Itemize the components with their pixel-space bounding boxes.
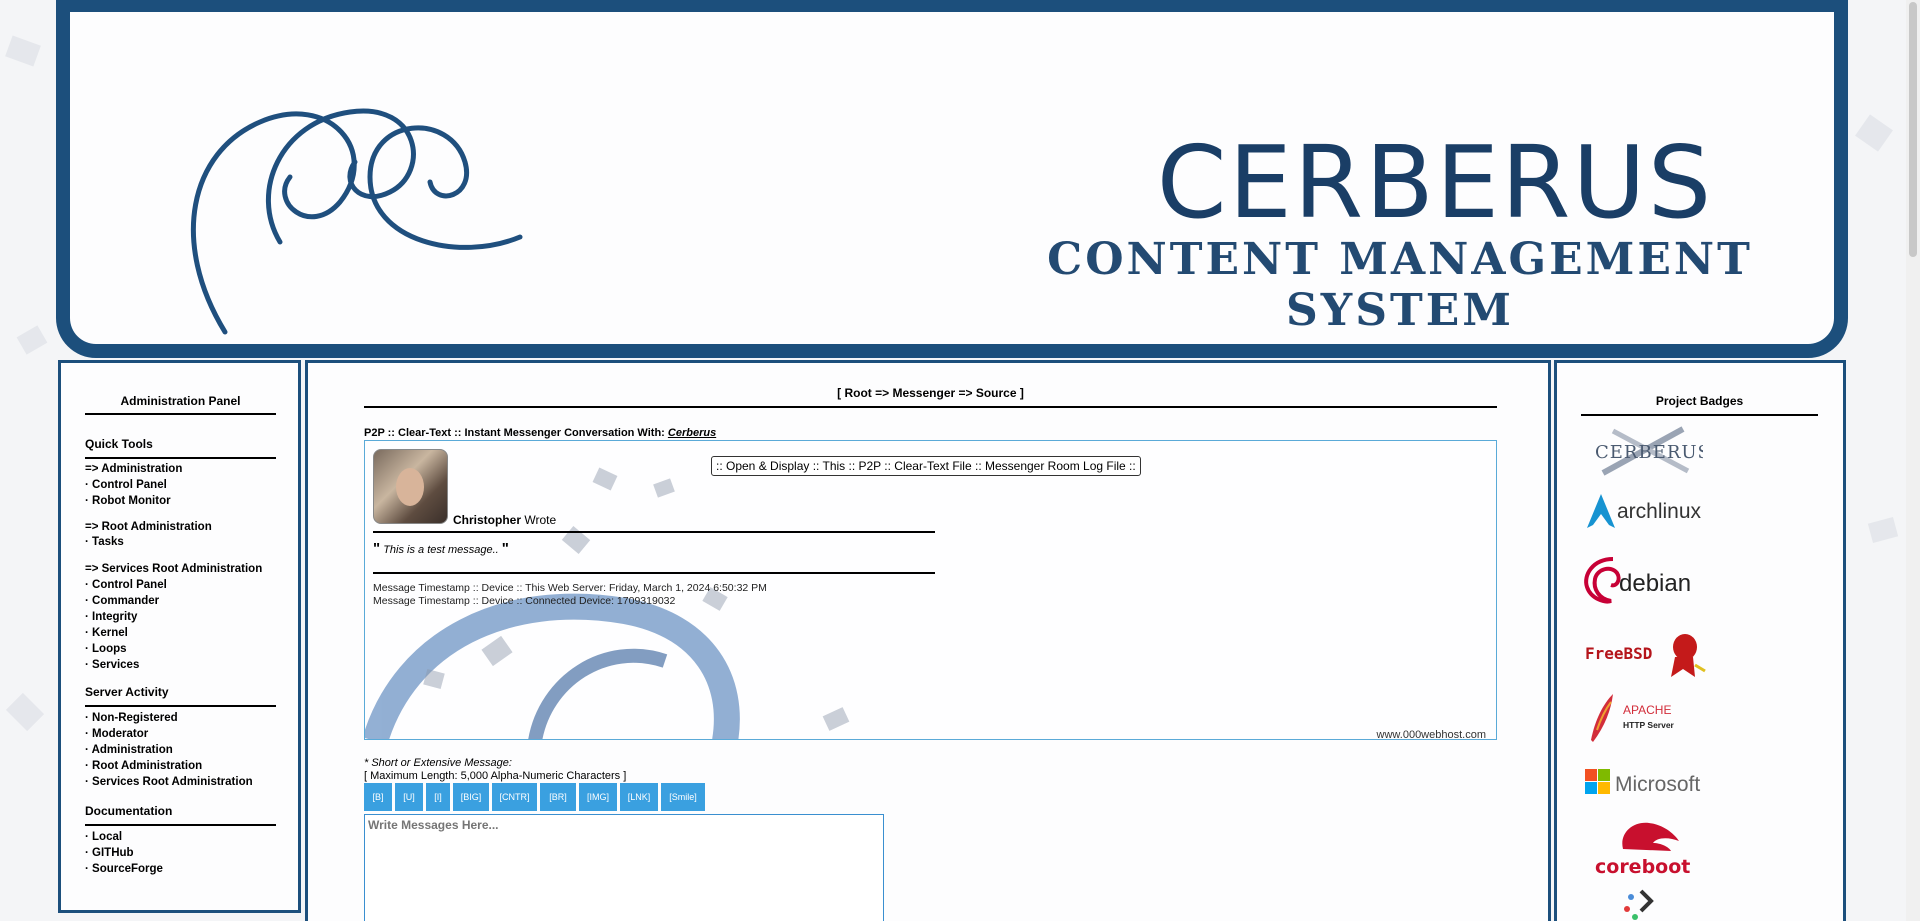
debian-badge-text: debian: [1619, 570, 1691, 597]
message-log: Christopher Wrote :: Open & Display :: T…: [364, 440, 1497, 740]
activity-administration[interactable]: · Administration: [85, 744, 173, 756]
coreboot-badge-logo: coreboot: [1595, 822, 1690, 878]
format-image-button[interactable]: [IMG]: [579, 783, 617, 811]
project-badges-title: Project Badges: [1581, 394, 1818, 416]
conversation-title: P2P :: Clear-Text :: Instant Messenger C…: [364, 427, 716, 439]
debian-badge-logo: debian: [1584, 557, 1691, 604]
cerberus-badge[interactable]: CERBERUS: [1583, 423, 1710, 482]
nav-services-root-administration[interactable]: => Services Root Administration: [85, 563, 262, 575]
cerberus-swirl-logo: [190, 108, 523, 335]
coreboot-badge-text: coreboot: [1595, 856, 1690, 877]
message-input[interactable]: [364, 814, 884, 921]
compose-label: * Short or Extensive Message:: [364, 757, 512, 769]
site-subtitle: CONTENT MANAGEMENT SYSTEM: [1047, 234, 1753, 336]
host-footer-link[interactable]: www.000webhost.com: [1377, 729, 1486, 739]
nav-services[interactable]: · Services: [85, 659, 139, 671]
doc-sourceforge[interactable]: · SourceForge: [85, 863, 163, 875]
message-author: Christopher: [453, 513, 522, 527]
nav-kernel[interactable]: · Kernel: [85, 627, 128, 639]
message-author-line: Christopher Wrote: [453, 513, 556, 527]
activity-root-administration[interactable]: · Root Administration: [85, 760, 202, 772]
activity-services-root-administration[interactable]: · Services Root Administration: [85, 776, 253, 788]
conversation-user-link[interactable]: Cerberus: [668, 427, 716, 439]
message-text: This is a test message..: [383, 544, 499, 556]
format-link-button[interactable]: [LNK]: [620, 783, 658, 811]
apache-badge[interactable]: APACHE HTTP Server: [1583, 690, 1713, 747]
freebsd-badge-text: FreeBSD: [1585, 644, 1652, 663]
nav-integrity[interactable]: · Integrity: [85, 611, 137, 623]
dots-chevron-icon: [1624, 889, 1654, 920]
doc-local[interactable]: · Local: [85, 831, 122, 843]
partial-badge[interactable]: [1583, 883, 1663, 921]
format-italic-button[interactable]: [I]: [426, 783, 450, 811]
archlinux-badge[interactable]: archlinux: [1583, 488, 1713, 539]
compose-max-length: [ Maximum Length: 5,000 Alpha-Numeric Ch…: [364, 770, 627, 782]
admin-panel: Administration Panel Quick Tools => Admi…: [58, 360, 301, 913]
nav-services-control-panel[interactable]: · Control Panel: [85, 579, 167, 591]
coreboot-badge[interactable]: coreboot: [1583, 815, 1723, 880]
open-quote: ": [373, 540, 381, 557]
microsoft-badge[interactable]: Microsoft: [1583, 759, 1723, 810]
timestamp-device: Message Timestamp :: Device :: Connected…: [373, 595, 676, 607]
messenger-panel: [ Root => Messenger => Source ] P2P :: C…: [305, 360, 1551, 921]
cerberus-badge-text: CERBERUS: [1595, 442, 1703, 463]
apache-badge-sub: HTTP Server: [1623, 720, 1675, 730]
archlinux-badge-text: archlinux: [1617, 500, 1702, 523]
divider: [373, 572, 935, 574]
server-activity-heading: Server Activity: [85, 685, 276, 707]
nav-commander[interactable]: · Commander: [85, 595, 159, 607]
activity-non-registered[interactable]: · Non-Registered: [85, 712, 178, 724]
nav-admin-control-panel[interactable]: · Control Panel: [85, 479, 167, 491]
message-body: " This is a test message.. ": [373, 540, 509, 557]
scrollbar-thumb[interactable]: [1909, 2, 1917, 257]
nav-tasks[interactable]: · Tasks: [85, 536, 124, 548]
nav-loops[interactable]: · Loops: [85, 643, 127, 655]
debian-badge[interactable]: debian: [1583, 553, 1713, 610]
nav-robot-monitor[interactable]: · Robot Monitor: [85, 495, 171, 507]
freebsd-badge-logo: FreeBSD: [1585, 634, 1706, 677]
format-underline-button[interactable]: [U]: [395, 783, 423, 811]
doc-github[interactable]: · GITHub: [85, 847, 134, 859]
cerberus-badge-logo: CERBERUS: [1595, 426, 1710, 476]
timestamp-server: Message Timestamp :: Device :: This Web …: [373, 582, 767, 594]
format-center-button[interactable]: [CNTR]: [492, 783, 537, 811]
format-smile-button[interactable]: [Smile]: [661, 783, 705, 811]
close-quote: ": [501, 540, 509, 557]
breadcrumb: [ Root => Messenger => Source ]: [364, 386, 1497, 408]
project-badges-panel: Project Badges CERBERUS archlinux debian…: [1554, 360, 1846, 921]
nav-administration[interactable]: => Administration: [85, 463, 182, 475]
admin-panel-title: Administration Panel: [85, 394, 276, 415]
microsoft-badge-logo: Microsoft: [1585, 769, 1700, 796]
site-title: CERBERUS: [1156, 124, 1714, 241]
conversation-prefix: P2P :: Clear-Text :: Instant Messenger C…: [364, 427, 665, 439]
microsoft-badge-text: Microsoft: [1615, 773, 1700, 796]
site-banner: CERBERUS CONTENT MANAGEMENT SYSTEM: [56, 0, 1848, 358]
open-log-file-button[interactable]: :: Open & Display :: This :: P2P :: Clea…: [711, 456, 1141, 476]
nav-root-administration[interactable]: => Root Administration: [85, 521, 212, 533]
user-avatar[interactable]: [373, 449, 448, 524]
documentation-heading: Documentation: [85, 804, 276, 826]
format-break-button[interactable]: [BR]: [540, 783, 576, 811]
page-scrollbar[interactable]: [1906, 0, 1920, 921]
format-big-button[interactable]: [BIG]: [453, 783, 489, 811]
quick-tools-heading: Quick Tools: [85, 437, 276, 459]
apache-badge-text: APACHE: [1623, 703, 1671, 717]
activity-moderator[interactable]: · Moderator: [85, 728, 148, 740]
archlinux-badge-logo: archlinux: [1587, 494, 1702, 528]
divider: [373, 531, 935, 533]
message-wrote: Wrote: [524, 513, 557, 527]
apache-badge-logo: APACHE HTTP Server: [1591, 694, 1675, 742]
freebsd-badge[interactable]: FreeBSD: [1583, 621, 1713, 682]
format-bold-button[interactable]: [B]: [364, 783, 392, 811]
